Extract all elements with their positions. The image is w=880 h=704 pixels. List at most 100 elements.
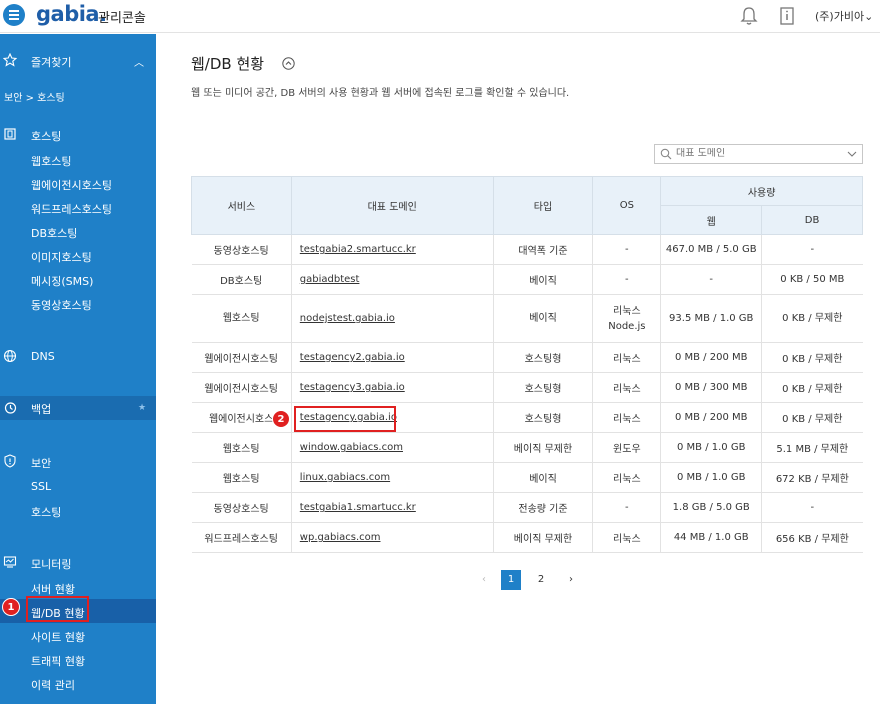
cell-type: 호스팅형: [492, 402, 593, 433]
chevron-down-icon[interactable]: [847, 149, 857, 159]
cell-os: -: [592, 264, 661, 295]
cell-service: DB호스팅: [191, 264, 292, 295]
cell-type: 전송량 기준: [492, 492, 593, 523]
sidebar-item-image-hosting[interactable]: 이미지호스팅: [31, 249, 92, 265]
domain-link[interactable]: testagency3.gabia.io: [300, 382, 405, 393]
domain-link[interactable]: testgabia1.smartucc.kr: [300, 502, 416, 513]
sidebar-item-wordpress-hosting[interactable]: 워드프레스호스팅: [31, 201, 112, 217]
security-label[interactable]: 보안: [31, 455, 51, 471]
top-bar: gabia. 관리콘솔 (주)가비아⌄: [0, 0, 880, 33]
sidebar-item-video-hosting[interactable]: 동영상호스팅: [31, 297, 92, 313]
account-menu[interactable]: (주)가비아⌄: [815, 8, 873, 24]
cell-web-usage: 0 MB / 300 MB: [660, 372, 762, 403]
cell-os: 리눅스: [592, 402, 661, 433]
cell-web-usage: 0 MB / 200 MB: [660, 402, 762, 433]
cell-web-usage: 44 MB / 1.0 GB: [660, 522, 762, 553]
table-row: 웹호스팅 window.gabiacs.com 베이직 무제한 윈도우 0 MB / 1…: [191, 432, 863, 463]
sidebar-item-site-status[interactable]: 사이트 현황: [31, 629, 85, 645]
cell-service: 동영상호스팅: [191, 492, 292, 523]
cell-service: 워드프레스호스팅: [191, 522, 292, 553]
star-icon: [3, 53, 17, 67]
sidebar-item-security-hosting[interactable]: 호스팅: [31, 504, 61, 520]
cell-web-usage: 93.5 MB / 1.0 GB: [660, 294, 762, 343]
header-service: 서비스: [191, 176, 292, 235]
cell-web-usage: 1.8 GB / 5.0 GB: [660, 492, 762, 523]
cell-type: 베이직: [492, 462, 593, 493]
header-db: DB: [761, 205, 863, 235]
header-usage: 사용량: [660, 176, 863, 206]
cell-os: -: [592, 492, 661, 523]
next-page-button[interactable]: ›: [561, 570, 581, 590]
sidebar-item-history[interactable]: 이력 관리: [31, 677, 75, 693]
collapse-icon[interactable]: [282, 57, 295, 70]
table-row: 동영상호스팅 testgabia2.smartucc.kr 대역폭 기준 -467.0…: [191, 234, 863, 265]
cell-type: 베이직 무제한: [492, 432, 593, 463]
cell-domain: gabiadbtest: [290, 264, 494, 295]
domain-link[interactable]: nodejstest.gabia.io: [300, 313, 395, 324]
cell-web-usage: 0 MB / 1.0 GB: [660, 462, 762, 493]
domain-link[interactable]: window.gabiacs.com: [300, 442, 403, 453]
domain-search[interactable]: [654, 144, 863, 164]
backup-label[interactable]: 백업: [31, 401, 51, 417]
monitor-icon: [3, 556, 17, 568]
backup-section[interactable]: [0, 396, 156, 420]
sidebar-item-web-hosting[interactable]: 웹호스팅: [31, 153, 71, 169]
cell-db-usage: -: [761, 234, 863, 265]
table-row: 웹에이전시호스팅 testagency2.gabia.io 호스팅형 리눅스 0 MB …: [191, 342, 863, 373]
hosting-label[interactable]: 호스팅: [31, 128, 61, 144]
cell-service: 웹에이전시호스팅: [191, 372, 292, 403]
cell-os: 리눅스 Node.js: [592, 294, 661, 343]
prev-page-button[interactable]: ‹: [474, 570, 494, 590]
cell-service: 동영상호스팅: [191, 234, 292, 265]
sidebar-item-server-status[interactable]: 서버 현황: [31, 581, 75, 597]
dns-label[interactable]: DNS: [31, 350, 55, 363]
cell-type: 호스팅형: [492, 342, 593, 373]
highlight-box-2: [294, 406, 396, 432]
domain-link[interactable]: gabiadbtest: [300, 274, 360, 285]
document-icon[interactable]: [778, 6, 796, 26]
cell-web-usage: 467.0 MB / 5.0 GB: [660, 234, 762, 265]
table-row: 웹에이전시호스팅 testagency3.gabia.io 호스팅형 리눅스 0 MB …: [191, 372, 863, 403]
cell-os: 리눅스: [592, 372, 661, 403]
sidebar-item-web-agency-hosting[interactable]: 웹에이전시호스팅: [31, 177, 112, 193]
cell-db-usage: 0 KB / 무제한: [761, 372, 863, 403]
search-input[interactable]: [676, 148, 836, 159]
page-1-button[interactable]: 1: [501, 570, 521, 590]
cell-service: 웹호스팅: [191, 294, 292, 343]
hosting-icon: [4, 128, 16, 140]
domain-link[interactable]: linux.gabiacs.com: [300, 472, 390, 483]
os-name: 리눅스: [613, 305, 641, 317]
cell-web-usage: 0 MB / 200 MB: [660, 342, 762, 373]
globe-icon: [3, 349, 17, 363]
favorite-star-icon[interactable]: ★: [138, 403, 146, 413]
favorite-breadcrumb[interactable]: 보안 > 호스팅: [4, 89, 65, 104]
domain-link[interactable]: wp.gabiacs.com: [300, 532, 381, 543]
menu-icon[interactable]: [3, 4, 25, 26]
cell-os: 윈도우: [592, 432, 661, 463]
sidebar-item-messaging[interactable]: 메시징(SMS): [31, 273, 93, 289]
page-2-button[interactable]: 2: [531, 570, 551, 590]
sidebar-item-ssl[interactable]: SSL: [31, 480, 51, 493]
monitoring-label[interactable]: 모니터링: [31, 556, 71, 572]
gabia-logo[interactable]: gabia.: [36, 2, 107, 26]
bell-icon[interactable]: [740, 6, 758, 26]
history-icon: [4, 402, 17, 414]
highlight-box-1: [26, 596, 89, 622]
domain-link[interactable]: testagency2.gabia.io: [300, 352, 405, 363]
os-runtime: Node.js: [608, 320, 646, 332]
account-name: (주)가비아: [815, 10, 865, 23]
cell-db-usage: 5.1 MB / 무제한: [761, 432, 863, 463]
sidebar-item-db-hosting[interactable]: DB호스팅: [31, 225, 77, 241]
cell-service: 웹에이전시호스팅: [191, 342, 292, 373]
chevron-up-icon[interactable]: ︿: [134, 54, 144, 69]
console-title: 관리콘솔: [98, 11, 146, 26]
table-row: DB호스팅 gabiadbtest 베이직 - -0 KB / 50 MB: [191, 264, 863, 295]
page-title: 웹/DB 현황: [191, 55, 265, 73]
cell-web-usage: 0 MB / 1.0 GB: [660, 432, 762, 463]
table-row: 웹호스팅 linux.gabiacs.com 베이직 리눅스 0 MB / 1.0 GB…: [191, 462, 863, 493]
sidebar-item-traffic-status[interactable]: 트래픽 현황: [31, 653, 85, 669]
sidebar: 즐겨찾기 ︿ 보안 > 호스팅 호스팅 웹호스팅 웹에이전시호스팅 워드프레스호…: [0, 34, 156, 704]
table-row: 워드프레스호스팅 wp.gabiacs.com 베이직 무제한 리눅스 44 MB / …: [191, 522, 863, 553]
domain-link[interactable]: testgabia2.smartucc.kr: [300, 244, 416, 255]
favorites-label[interactable]: 즐겨찾기: [31, 54, 71, 70]
